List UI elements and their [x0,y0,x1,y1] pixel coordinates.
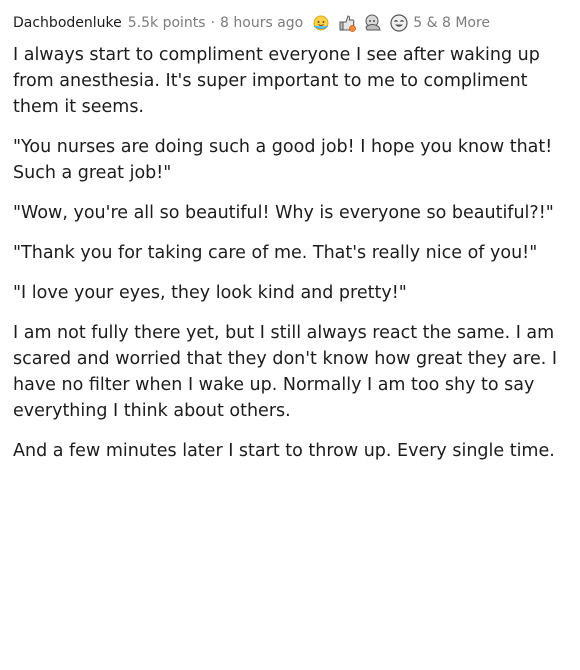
comment: Dachbodenluke 5.5k points · 8 hours ago [13,12,575,478]
comment-paragraph: And a few minutes later I start to throw… [13,441,555,461]
laughing-face-award-icon[interactable] [389,13,409,33]
hugz-award-icon[interactable] [363,13,383,33]
points: 5.5k points [127,15,206,31]
awards[interactable]: 5 & 8 More [311,13,490,33]
comment-paragraph: "I love your eyes, they look kind and pr… [13,283,407,303]
comment-paragraph: "Thank you for taking care of me. That's… [13,243,538,263]
wholesome-award-icon[interactable] [311,13,331,33]
comment-paragraph: "You nurses are doing such a good job! I… [13,137,553,183]
username[interactable]: Dachbodenluke [13,15,122,31]
comment-paragraph: "Wow, you're all so beautiful! Why is ev… [13,203,554,223]
comment-paragraph: I always start to compliment everyone I … [13,45,540,117]
rocket-like-award-icon[interactable] [337,13,357,33]
comment-body: I always start to compliment everyone I … [13,42,575,464]
meta-separator: · [210,15,216,31]
timestamp[interactable]: 8 hours ago [220,15,303,31]
comment-paragraph: I am not fully there yet, but I still al… [13,323,558,421]
award-count[interactable]: 5 & 8 More [413,15,490,31]
comment-meta: Dachbodenluke 5.5k points · 8 hours ago [13,12,575,34]
